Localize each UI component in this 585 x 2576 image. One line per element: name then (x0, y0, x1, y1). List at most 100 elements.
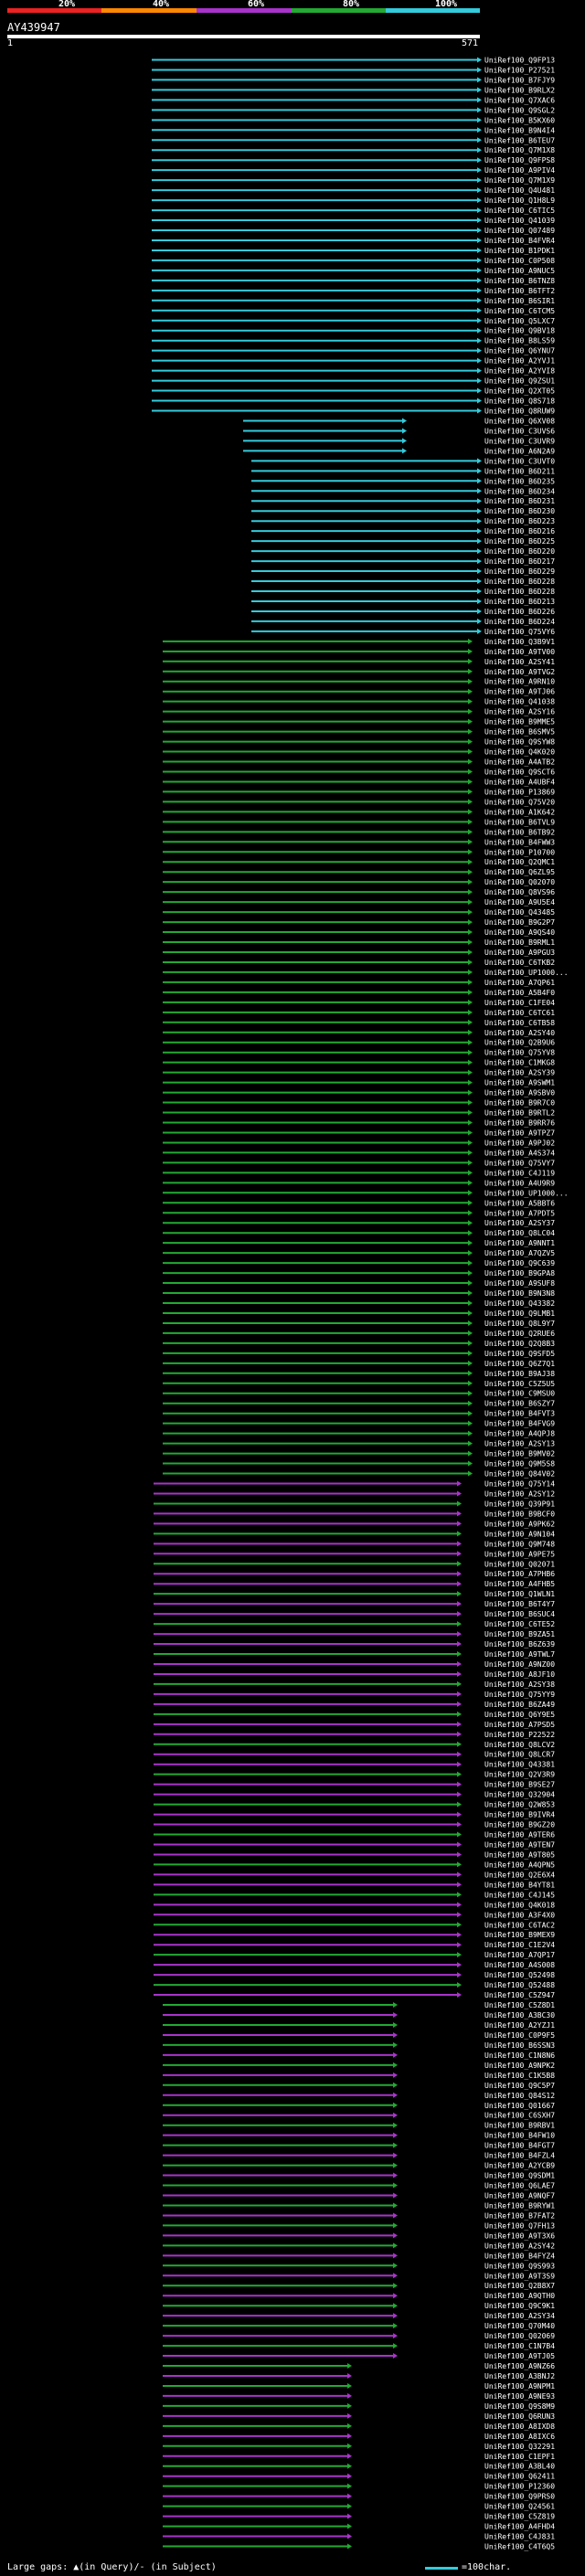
hit-label[interactable]: UniRef100_Q9S993 (484, 2262, 555, 2270)
hit-label[interactable]: UniRef100_A7QP61 (484, 979, 555, 987)
hit-label[interactable]: UniRef100_A6N2A9 (484, 447, 555, 455)
hit-label[interactable]: UniRef100_A8IXC6 (484, 2433, 555, 2441)
hit-label[interactable]: UniRef100_Q84V02 (484, 1470, 555, 1479)
hit-label[interactable]: UniRef100_Q52488 (484, 1981, 555, 1989)
hit-label[interactable]: UniRef100_Q2B9U6 (484, 1039, 555, 1047)
hit-label[interactable]: UniRef100_Q8L9Y7 (484, 1320, 555, 1328)
hit-label[interactable]: UniRef100_Q1H8L9 (484, 196, 555, 205)
hit-label[interactable]: UniRef100_A9N104 (484, 1530, 555, 1538)
hit-label[interactable]: UniRef100_A2SY34 (484, 2312, 555, 2320)
hit-label[interactable]: UniRef100_C3UVS6 (484, 427, 555, 435)
hit-label[interactable]: UniRef100_Q8LC04 (484, 1229, 555, 1237)
hit-label[interactable]: UniRef100_P10700 (484, 848, 555, 856)
hit-label[interactable]: UniRef100_Q1WLN1 (484, 1590, 555, 1598)
hit-label[interactable]: UniRef100_C4T6Q5 (484, 2543, 555, 2551)
hit-label[interactable]: UniRef100_C1K5B8 (484, 2072, 555, 2080)
hit-label[interactable]: UniRef100_B4FZL4 (484, 2152, 555, 2160)
hit-label[interactable]: UniRef100_Q9C9K1 (484, 2302, 555, 2310)
hit-label[interactable]: UniRef100_A4FHD4 (484, 2523, 555, 2531)
hit-label[interactable]: UniRef100_A9PGU3 (484, 949, 555, 957)
hit-label[interactable]: UniRef100_C1N8N6 (484, 2051, 555, 2060)
hit-label[interactable]: UniRef100_A2SY16 (484, 708, 555, 716)
hit-label[interactable]: UniRef100_A2YVI8 (484, 367, 555, 376)
hit-label[interactable]: UniRef100_A9T3X6 (484, 2231, 555, 2240)
hit-label[interactable]: UniRef100_A2SY38 (484, 1680, 555, 1689)
hit-label[interactable]: UniRef100_Q8S718 (484, 398, 555, 406)
hit-label[interactable]: UniRef100_Q07489 (484, 227, 555, 235)
hit-label[interactable]: UniRef100_C1E2V4 (484, 1941, 555, 1949)
hit-label[interactable]: UniRef100_A9PJ02 (484, 1139, 555, 1147)
hit-label[interactable]: UniRef100_A9NQF7 (484, 2191, 555, 2200)
hit-label[interactable]: UniRef100_A3BC30 (484, 2011, 555, 2019)
hit-label[interactable]: UniRef100_C6TCM5 (484, 307, 555, 315)
hit-label[interactable]: UniRef100_Q9BV18 (484, 327, 555, 335)
hit-label[interactable]: UniRef100_B4FW10 (484, 2132, 555, 2140)
hit-label[interactable]: UniRef100_A2SY40 (484, 1029, 555, 1037)
hit-label[interactable]: UniRef100_B6D229 (484, 567, 555, 576)
hit-label[interactable]: UniRef100_A9TV00 (484, 648, 555, 656)
hit-label[interactable]: UniRef100_B6Z639 (484, 1640, 555, 1648)
hit-label[interactable]: UniRef100_C0P508 (484, 257, 555, 265)
hit-label[interactable]: UniRef100_Q41038 (484, 698, 555, 706)
hit-label[interactable]: UniRef100_B6D220 (484, 547, 555, 556)
hit-label[interactable]: UniRef100_Q6ZL95 (484, 868, 555, 876)
hit-label[interactable]: UniRef100_Q52498 (484, 1971, 555, 1979)
hit-label[interactable]: UniRef100_A9PE75 (484, 1550, 555, 1558)
hit-label[interactable]: UniRef100_C6TE52 (484, 1620, 555, 1628)
hit-label[interactable]: UniRef100_Q70M40 (484, 2322, 555, 2330)
hit-label[interactable]: UniRef100_Q7M1X8 (484, 146, 555, 154)
hit-label[interactable]: UniRef100_A9NE93 (484, 2392, 555, 2401)
hit-label[interactable]: UniRef100_Q32291 (484, 2443, 555, 2451)
hit-label[interactable]: UniRef100_P13869 (484, 788, 555, 796)
hit-label[interactable]: UniRef100_A9NPM1 (484, 2382, 555, 2390)
hit-label[interactable]: UniRef100_A9TVG2 (484, 668, 555, 676)
hit-label[interactable]: UniRef100_B6SMV5 (484, 728, 555, 737)
hit-label[interactable]: UniRef100_Q6LAE7 (484, 2182, 555, 2190)
hit-label[interactable]: UniRef100_B9MV02 (484, 1450, 555, 1458)
hit-label[interactable]: UniRef100_A9TER6 (484, 1831, 555, 1839)
hit-label[interactable]: UniRef100_B9N4I4 (484, 126, 555, 134)
hit-label[interactable]: UniRef100_Q2XT05 (484, 387, 555, 396)
hit-label[interactable]: UniRef100_B9SE27 (484, 1781, 555, 1789)
hit-label[interactable]: UniRef100_B9IVR4 (484, 1811, 555, 1819)
hit-label[interactable]: UniRef100_B6ZA49 (484, 1701, 555, 1709)
hit-label[interactable]: UniRef100_B6TEU7 (484, 136, 555, 144)
hit-label[interactable]: UniRef100_Q39P91 (484, 1500, 555, 1508)
hit-label[interactable]: UniRef100_A2SY41 (484, 658, 555, 666)
hit-label[interactable]: UniRef100_B9RML1 (484, 938, 555, 947)
hit-label[interactable]: UniRef100_A9QS40 (484, 928, 555, 937)
hit-label[interactable]: UniRef100_A3BL40 (484, 2463, 555, 2471)
hit-label[interactable]: UniRef100_B7FAT2 (484, 2211, 555, 2220)
hit-label[interactable]: UniRef100_Q9FPS8 (484, 156, 555, 164)
hit-label[interactable]: UniRef100_A9NUC5 (484, 267, 555, 275)
hit-label[interactable]: UniRef100_A9TPZ7 (484, 1129, 555, 1137)
hit-label[interactable]: UniRef100_Q2E6X4 (484, 1871, 555, 1879)
hit-label[interactable]: UniRef100_B9AJ38 (484, 1370, 555, 1378)
hit-label[interactable]: UniRef100_Q75YY9 (484, 1691, 555, 1699)
hit-label[interactable]: UniRef100_Q02071 (484, 1560, 555, 1568)
hit-label[interactable]: UniRef100_A9PIV4 (484, 166, 555, 175)
hit-label[interactable]: UniRef100_Q2V3R9 (484, 1771, 555, 1779)
hit-label[interactable]: UniRef100_B4FVG9 (484, 1420, 555, 1428)
hit-label[interactable]: UniRef100_B9N3N8 (484, 1289, 555, 1298)
hit-label[interactable]: UniRef100_B9BCF0 (484, 1510, 555, 1518)
hit-label[interactable]: UniRef100_A9NZ00 (484, 1660, 555, 1669)
hit-label[interactable]: UniRef100_B9RLX2 (484, 86, 555, 94)
hit-label[interactable]: UniRef100_A7QP17 (484, 1951, 555, 1959)
hit-label[interactable]: UniRef100_Q01667 (484, 2102, 555, 2110)
hit-label[interactable]: UniRef100_A9NNT1 (484, 1239, 555, 1247)
hit-label[interactable]: UniRef100_B6D216 (484, 527, 555, 535)
hit-label[interactable]: UniRef100_A9TJ05 (484, 2352, 555, 2360)
hit-label[interactable]: UniRef100_Q9SYW8 (484, 738, 555, 747)
hit-label[interactable]: UniRef100_A3BNJ2 (484, 2372, 555, 2380)
hit-label[interactable]: UniRef100_B6D217 (484, 557, 555, 566)
hit-label[interactable]: UniRef100_B6D230 (484, 507, 555, 515)
hit-label[interactable]: UniRef100_Q6XV08 (484, 417, 555, 425)
hit-label[interactable]: UniRef100_B6TB92 (484, 828, 555, 836)
hit-label[interactable]: UniRef100_Q4U481 (484, 186, 555, 195)
hit-label[interactable]: UniRef100_A9TEN7 (484, 1840, 555, 1849)
hit-label[interactable]: UniRef100_C6TKB2 (484, 959, 555, 967)
hit-label[interactable]: UniRef100_C6TAC2 (484, 1921, 555, 1929)
hit-label[interactable]: UniRef100_Q43382 (484, 1299, 555, 1308)
hit-label[interactable]: UniRef100_B6D228 (484, 578, 555, 586)
